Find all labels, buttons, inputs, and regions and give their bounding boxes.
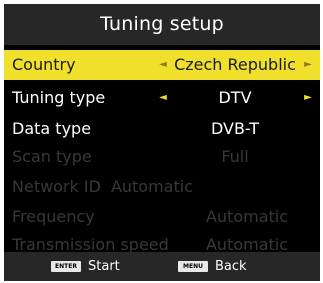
network-id-value: Automatic bbox=[110, 177, 193, 196]
frequency-label: Frequency bbox=[12, 207, 95, 226]
start-hint: Start bbox=[88, 259, 120, 274]
data-type-label: Data type bbox=[12, 119, 92, 138]
country-value: Czech Republic bbox=[174, 55, 296, 74]
menu-item-tuning-type[interactable]: Tuning type ◄ DTV ► bbox=[4, 83, 320, 113]
left-arrow-icon[interactable]: ◄ bbox=[157, 83, 169, 113]
menu-item-data-type[interactable]: Data type DVB-T bbox=[4, 114, 320, 144]
menu-title: Tuning setup bbox=[4, 4, 320, 45]
menu-key-icon: MENU bbox=[178, 261, 208, 272]
data-type-value: DVB-T bbox=[210, 119, 260, 138]
country-label: Country bbox=[12, 55, 76, 74]
menu-item-frequency: Frequency Automatic bbox=[4, 202, 320, 232]
network-id-row: Network ID Automatic bbox=[12, 172, 193, 202]
tuning-type-value: DTV bbox=[218, 88, 252, 107]
menu-item-country[interactable]: Country ◄ Czech Republic ► bbox=[4, 50, 320, 80]
network-id-label: Network ID bbox=[12, 177, 101, 196]
right-arrow-icon[interactable]: ► bbox=[302, 83, 314, 113]
left-arrow-icon[interactable]: ◄ bbox=[157, 50, 169, 80]
menu-item-network-id: Network ID Automatic bbox=[4, 172, 320, 202]
right-arrow-icon[interactable]: ► bbox=[302, 50, 314, 80]
scan-type-label: Scan type bbox=[12, 147, 92, 166]
frequency-value: Automatic bbox=[205, 207, 289, 226]
tuning-setup-menu: Tuning setup Country ◄ Czech Republic ► … bbox=[4, 4, 320, 281]
footer-hint-bar: ENTER Start MENU Back bbox=[4, 252, 320, 281]
menu-item-scan-type: Scan type Full bbox=[4, 142, 320, 172]
scan-type-value: Full bbox=[221, 147, 249, 166]
tuning-type-label: Tuning type bbox=[12, 88, 106, 107]
back-hint: Back bbox=[215, 259, 247, 274]
enter-key-icon: ENTER bbox=[51, 261, 81, 272]
